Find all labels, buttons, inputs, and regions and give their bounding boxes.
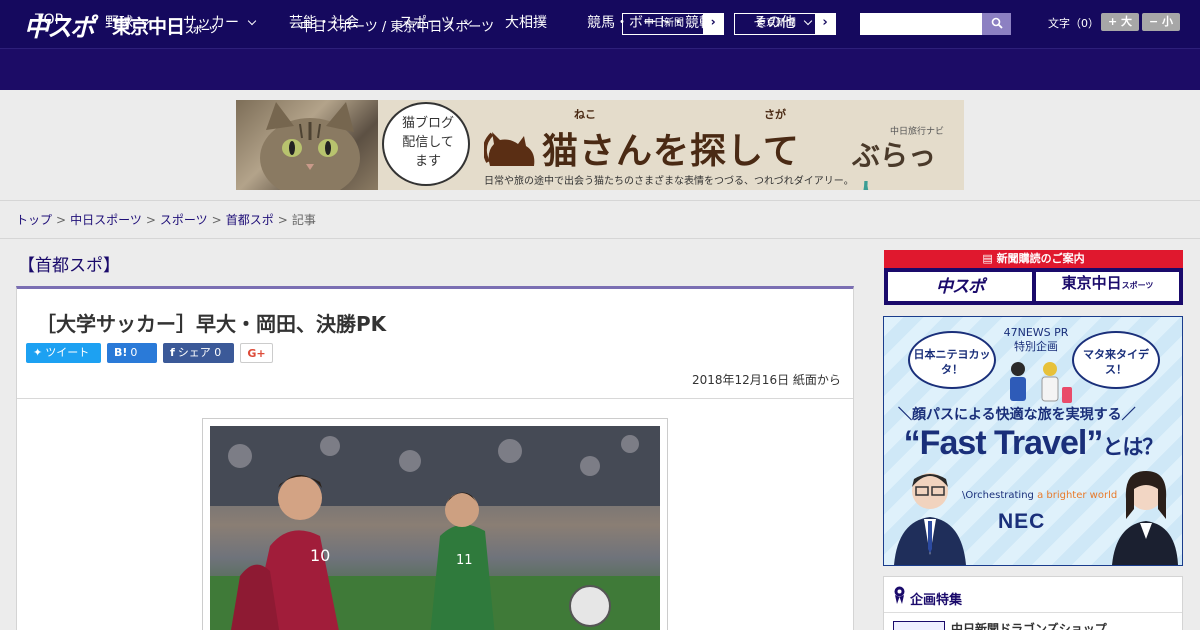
ad-brand: ぶらっ人: [852, 134, 964, 190]
fast-travel-suffix: とは？: [1102, 436, 1163, 459]
cat-photo: [236, 100, 378, 190]
article-divider: [17, 398, 853, 399]
nav-item-baseball[interactable]: 野球: [105, 12, 151, 32]
speech-bubble-text: 猫ブログ配信してます: [401, 116, 454, 169]
nec-logo: NEC: [998, 510, 1046, 533]
feature-divider: [884, 612, 1182, 613]
nav-item-other[interactable]: その他: [753, 12, 813, 32]
ribbon-medal-icon: [894, 586, 905, 604]
font-size-label: 文字（0）: [1048, 17, 1099, 30]
feature-thumbnail[interactable]: [893, 621, 945, 630]
nec-tagline: ＼顔パスによる快適な旅を実現する／: [898, 407, 1136, 423]
nav-label: 大相撲: [505, 15, 547, 31]
cat-blog-ad-banner[interactable]: 猫ブログ配信してます ねこ さが 猫さんを探して 中日旅行ナビ ぶらっ人 日常や…: [236, 100, 964, 190]
font-larger-button[interactable]: + 大: [1101, 13, 1139, 31]
font-smaller-button[interactable]: − 小: [1142, 13, 1180, 31]
woman-illustration: [1112, 471, 1178, 565]
chevron-down-icon: [463, 16, 472, 26]
ad-brand-main: ぶらっ: [852, 139, 937, 172]
ad-brand-accent: 人: [852, 179, 880, 190]
ad-ruby-neko: ねこ: [574, 108, 596, 121]
ad-headline: 猫さんを探して: [542, 131, 800, 172]
chevron-down-icon: [803, 16, 813, 26]
article-date: 2018年12月16日 紙面から: [692, 373, 841, 387]
nav-label: 芸能・社会: [289, 15, 359, 31]
facebook-share-label: シェア: [177, 346, 211, 359]
breadcrumb-current: 記事: [291, 213, 316, 227]
search-button[interactable]: [982, 13, 1011, 35]
breadcrumb-link-shuto-spo[interactable]: 首都スポ: [226, 213, 274, 227]
nav-label: 野球: [105, 15, 133, 31]
fast-travel-headline: “Fast Travel”とは？: [880, 424, 1186, 463]
article-headline: ［大学サッカー］早大・岡田、決勝PK: [36, 312, 387, 336]
cat-face-illustration: [260, 102, 360, 190]
breadcrumb-separator: >: [211, 213, 222, 227]
feature-title: 企画特集: [910, 593, 963, 608]
subscribe-tokyo-text: 東京中日: [1061, 274, 1122, 292]
nav-label: 競馬・ボート・競輪: [587, 15, 713, 31]
breadcrumb-link-chunichi-sports[interactable]: 中日スポーツ: [70, 213, 142, 227]
section-title: 【首都スポ】: [18, 256, 120, 276]
breadcrumb-separator: >: [145, 213, 156, 227]
man-illustration: [894, 473, 966, 565]
twitter-share-label: ツイート: [45, 346, 90, 359]
nav-label: TOP: [35, 12, 64, 28]
ad-bubble-right: マタ来タイデス！: [1072, 331, 1160, 389]
nav-label: サッカー: [183, 15, 239, 31]
twitter-share-button[interactable]: ✦ ツイート: [26, 343, 101, 363]
svg-text:10: 10: [310, 546, 330, 565]
subscribe-tokyo-chunichi-logo[interactable]: 東京中日スポーツ: [1036, 272, 1179, 301]
chevron-down-icon: [141, 16, 151, 26]
subscription-header: ▤ 新聞購読のご案内: [884, 250, 1183, 268]
twitter-bird-icon: ✦: [33, 346, 43, 359]
breadcrumb-separator: >: [56, 213, 67, 227]
nec-orchestrating-text: \Orchestrating a brighter world: [962, 490, 1117, 501]
search-input[interactable]: [860, 13, 982, 35]
hatena-count: 0: [130, 346, 138, 359]
chevron-right-icon: ›: [815, 14, 835, 34]
nav-item-sports[interactable]: スポーツ: [399, 12, 472, 32]
main-nav: [0, 48, 1200, 90]
cat-silhouette-icon: [484, 132, 535, 166]
breadcrumb: トップ > 中日スポーツ > スポーツ > 首都スポ > 記事: [16, 211, 316, 228]
subscribe-tokyo-suffix: スポーツ: [1121, 281, 1154, 290]
orch-accent: a brighter world: [1037, 490, 1118, 501]
google-plus-button[interactable]: G+: [240, 343, 273, 363]
feature-item-link[interactable]: 中日新聞ドラゴンズショップ: [951, 620, 1107, 630]
nav-item-top[interactable]: TOP: [35, 12, 63, 28]
breadcrumb-link-sports[interactable]: スポーツ: [160, 213, 208, 227]
search-icon: [991, 17, 1003, 29]
nav-item-sumo[interactable]: 大相撲: [505, 12, 547, 32]
svg-text:11: 11: [456, 553, 473, 568]
newspaper-icon: ▤: [982, 252, 997, 265]
hatena-bookmark-button[interactable]: B! 0: [107, 343, 157, 363]
orch-main: \Orchestrating: [962, 490, 1034, 501]
travelers-illustration: [1010, 362, 1072, 403]
nav-label: その他: [753, 15, 795, 31]
subscription-header-text: 新聞購読のご案内: [996, 252, 1085, 265]
nav-item-soccer[interactable]: サッカー: [183, 12, 257, 32]
nav-label: スポーツ: [399, 15, 455, 31]
breadcrumb-link-top[interactable]: トップ: [16, 213, 52, 227]
nec-pr-label: 47NEWS PR特別企画: [1003, 326, 1069, 353]
facebook-count: 0: [214, 346, 222, 359]
soccer-photo-illustration: 10 11: [210, 426, 660, 630]
fast-travel-text: “Fast Travel”: [903, 424, 1104, 462]
article-photo[interactable]: 10 11: [210, 426, 660, 630]
breadcrumb-separator: >: [277, 213, 288, 227]
chevron-down-icon: [247, 16, 257, 26]
nav-item-entertainment[interactable]: 芸能・社会: [289, 12, 359, 32]
facebook-icon: f: [170, 346, 175, 359]
subscribe-chusupo-logo[interactable]: 中スポ: [888, 272, 1032, 301]
hatena-bookmark-icon: B!: [114, 346, 128, 359]
facebook-share-button[interactable]: f シェア 0: [163, 343, 234, 363]
ad-ruby-saga: さが: [764, 108, 786, 121]
ad-bubble-left: 日本ニテヨカッタ！: [908, 331, 996, 389]
ad-subtext: 日常や旅の途中で出会う猫たちのさまざまな表情をつづる、つれづれダイアリー。: [484, 176, 854, 187]
nav-item-racing[interactable]: 競馬・ボート・競輪: [587, 12, 713, 32]
